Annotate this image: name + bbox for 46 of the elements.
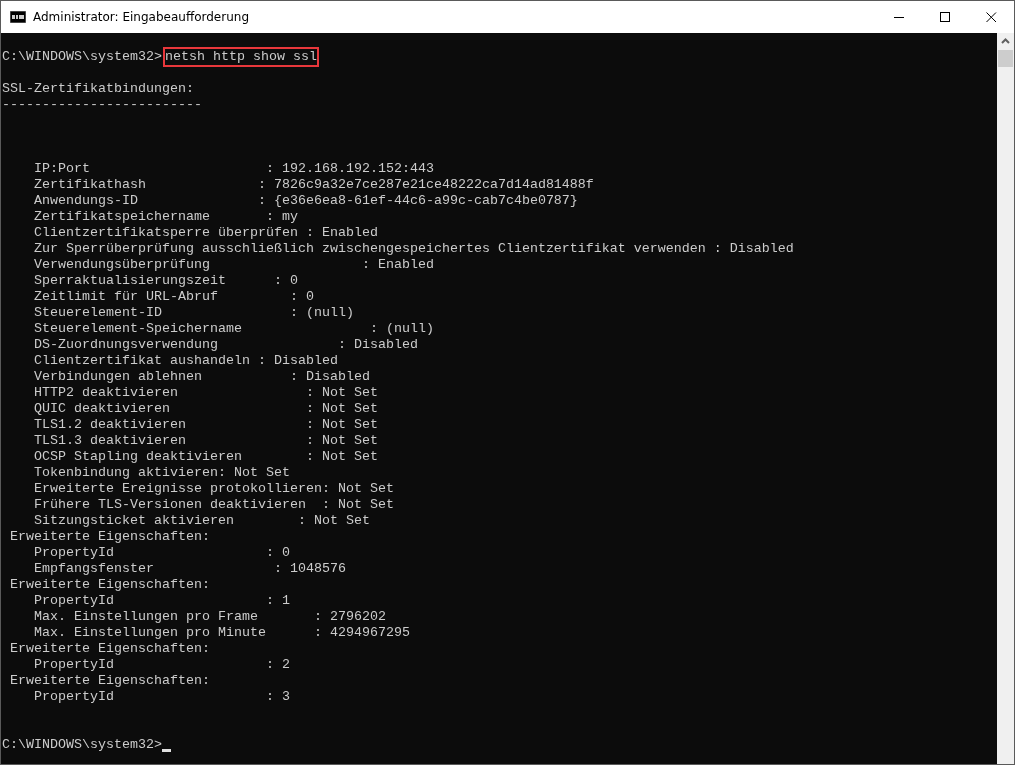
output-line: Erweiterte Eigenschaften: [9,577,211,593]
output-line: Steuerelement-ID : (null) [33,305,355,321]
output-line: Erweiterte Eigenschaften: [9,529,211,545]
output-line: DS-Zuordnungsverwendung : Disabled [33,337,419,353]
output-line: Max. Einstellungen pro Minute : 4294967295 [33,625,411,641]
output-line: Erweiterte Eigenschaften: [9,641,211,657]
output-line: Clientzertifikat aushandeln : Disabled [33,353,339,369]
output-line: Frühere TLS-Versionen deaktivieren : Not Set [33,497,395,513]
output-line: PropertyId : 1 [33,593,291,609]
output-line: Zur Sperrüberprüfung ausschließlich zwischengespeichertes Clientzertifikat verwenden : Disabled [33,241,795,257]
output-line: Sitzungsticket aktivieren : Not Set [33,513,371,529]
output-line: TLS1.3 deaktivieren : Not Set [33,433,379,449]
output-line: Sperraktualisierungszeit : 0 [33,273,299,289]
output-line: Tokenbindung aktivieren: Not Set [33,465,291,481]
output-line: Zeitlimit für URL-Abruf : 0 [33,289,315,305]
output-line: Verwendungsüberprüfung : Enabled [33,257,435,273]
output-line: TLS1.2 deaktivieren : Not Set [33,417,379,433]
output-underline: ------------------------- [1,97,203,113]
output-line: OCSP Stapling deaktivieren : Not Set [33,449,379,465]
output-line: QUIC deaktivieren : Not Set [33,401,379,417]
output-line: IP:Port : 192.168.192.152:443 [33,161,435,177]
prompt: C:\WINDOWS\system32> [2,49,162,65]
output-line: Steuerelement-Speichername : (null) [33,321,435,337]
output-line: HTTP2 deaktivieren : Not Set [33,385,379,401]
close-icon [985,11,997,23]
output-heading: SSL-Zertifikatbindungen: [1,81,195,97]
output-line: Erweiterte Ereignisse protokollieren: Not Set [33,481,395,497]
output-line: Zertifikatspeichername : my [33,209,299,225]
output-line: Erweiterte Eigenschaften: [9,673,211,689]
output-line: Clientzertifikatsperre überprüfen : Enabled [33,225,379,241]
output-line: PropertyId : 0 [33,545,291,561]
output-line: Empfangsfenster : 1048576 [33,561,347,577]
output-line: Verbindungen ablehnen : Disabled [33,369,371,385]
window-title: Administrator: Eingabeaufforderung [33,10,250,24]
output-line: PropertyId : 2 [33,657,291,673]
output-line: Max. Einstellungen pro Frame : 2796202 [33,609,387,625]
scrollbar-thumb[interactable] [998,50,1013,67]
console-icon [10,11,26,23]
maximize-icon [939,11,951,23]
output-line: PropertyId : 3 [33,689,291,705]
scrollbar[interactable] [997,33,1014,764]
output-line: Anwendungs-ID : {e36e6ea8-61ef-44c6-a99c-cab7c4be0787} [33,193,579,209]
text-cursor [161,749,171,752]
command-text: netsh http show ssl [164,49,317,65]
output-line: Zertifikathash : 7826c9a32e7ce287e21ce48222ca7d14ad81488f [33,177,595,193]
prompt: C:\WINDOWS\system32> [2,737,162,753]
